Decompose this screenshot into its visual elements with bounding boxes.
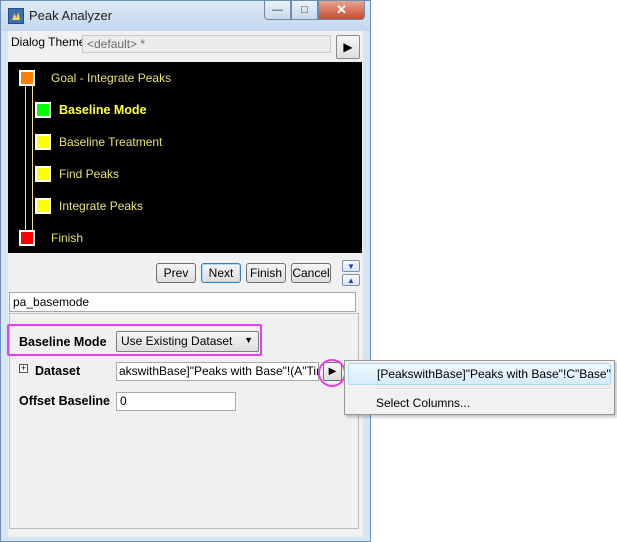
menu-separator (374, 388, 611, 390)
expand-plus-icon[interactable]: + (19, 364, 28, 373)
step-label: Baseline Treatment (59, 135, 163, 149)
dialog-theme-menu-button[interactable]: ▶ (336, 35, 360, 59)
step-label: Finish (51, 231, 84, 245)
offset-baseline-label: Offset Baseline (19, 394, 111, 408)
dialog-body: Dialog Theme <default> * ▶ Goal - Integr… (7, 31, 363, 537)
expand-up-button[interactable]: ▲ (342, 274, 360, 286)
dataset-label: Dataset (35, 364, 81, 378)
step-box-icon (19, 70, 35, 86)
cancel-button[interactable]: Cancel (291, 263, 331, 283)
chevron-down-icon: ▼ (244, 335, 253, 345)
dataset-context-menu: [PeakswithBase]"Peaks with Base"!C"Base"… (344, 360, 615, 415)
dialog-theme-field[interactable]: <default> * (82, 35, 331, 53)
menu-item-select-columns[interactable]: Select Columns... (376, 396, 470, 410)
next-button[interactable]: Next (201, 263, 241, 283)
offset-baseline-input[interactable]: 0 (116, 392, 236, 411)
baseline-mode-dropdown[interactable]: Use Existing Dataset ▼ (116, 331, 259, 352)
finish-button[interactable]: Finish (246, 263, 286, 283)
triangle-down-icon: ▼ (347, 261, 355, 271)
step-label: Goal - Integrate Peaks (51, 71, 172, 85)
step-box-icon (35, 134, 51, 150)
step-label: Baseline Mode (59, 103, 147, 117)
baseline-mode-label: Baseline Mode (19, 335, 107, 349)
dataset-button-highlight (318, 359, 346, 387)
step-box-icon (19, 230, 35, 246)
page-name-field: pa_basemode (9, 292, 356, 312)
triangle-up-icon: ▲ (347, 275, 355, 285)
step-connector-line (25, 75, 33, 237)
dataset-field[interactable]: akswithBase]"Peaks with Base"!(A"Time" (116, 362, 319, 381)
step-box-icon (35, 166, 51, 182)
peak-analyzer-window: Peak Analyzer — □ ✕ Dialog Theme <defaul… (0, 0, 371, 542)
close-button[interactable]: ✕ (318, 1, 365, 20)
collapse-down-button[interactable]: ▼ (342, 260, 360, 272)
wizard-step-map: Goal - Integrate Peaks Baseline Mode Bas… (8, 62, 362, 253)
step-label: Find Peaks (59, 167, 120, 181)
dialog-theme-label: Dialog Theme (11, 35, 86, 49)
window-title: Peak Analyzer (29, 8, 113, 23)
peak-analyzer-icon (8, 8, 24, 24)
menu-item-label: [PeakswithBase]"Peaks with Base"!C"Base" (377, 367, 611, 381)
step-label: Integrate Peaks (59, 199, 144, 213)
title-bar[interactable]: Peak Analyzer — □ ✕ (1, 1, 370, 31)
maximize-button[interactable]: □ (291, 1, 318, 20)
minimize-button[interactable]: — (264, 1, 291, 20)
prev-button[interactable]: Prev (156, 263, 196, 283)
baseline-mode-value: Use Existing Dataset (121, 334, 233, 348)
step-box-icon (35, 102, 51, 118)
step-box-icon (35, 198, 51, 214)
play-arrow-icon: ▶ (343, 40, 353, 54)
menu-item-peakswithbase-base[interactable]: [PeakswithBase]"Peaks with Base"!C"Base" (348, 363, 611, 385)
